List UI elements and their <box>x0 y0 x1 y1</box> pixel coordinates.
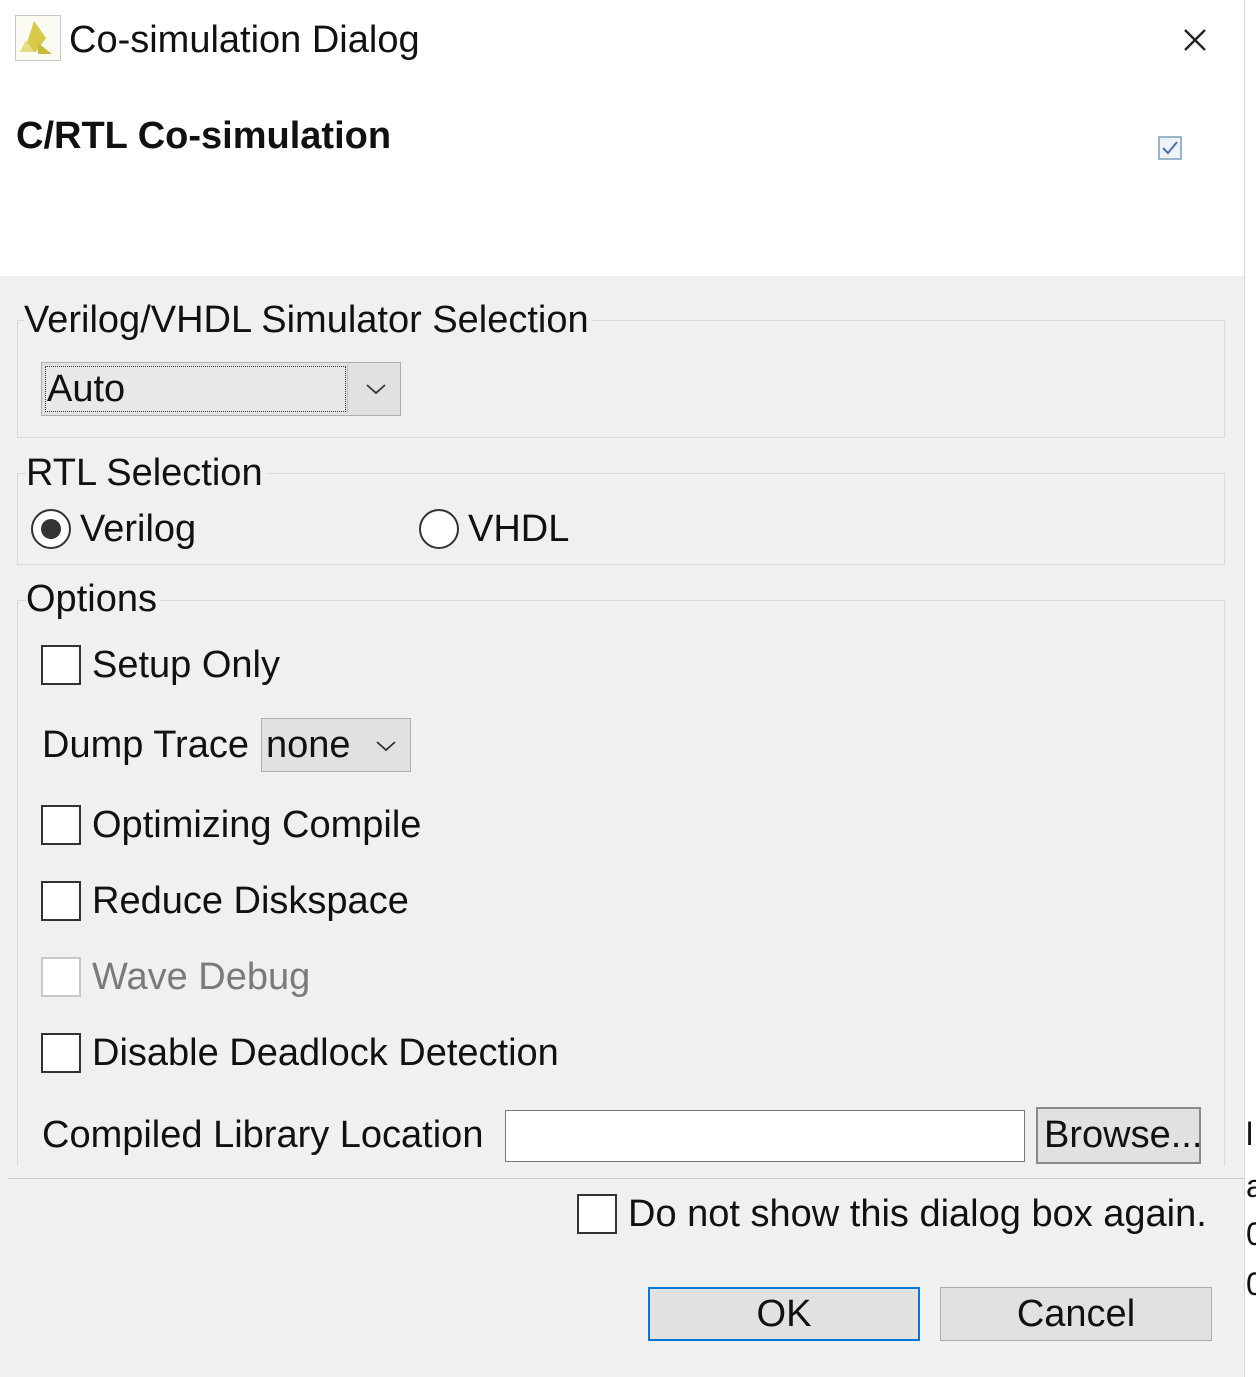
ok-button[interactable]: OK <box>648 1287 920 1341</box>
optimizing-compile-label: Optimizing Compile <box>92 804 422 846</box>
xilinx-logo-icon <box>15 15 61 61</box>
disable-deadlock-checkbox[interactable] <box>41 1033 81 1073</box>
reduce-diskspace-checkbox[interactable] <box>41 881 81 921</box>
wave-debug-label: Wave Debug <box>92 956 311 998</box>
footer-separator <box>8 1178 1244 1179</box>
dump-trace-select[interactable]: none <box>261 718 411 772</box>
chevron-down-icon <box>376 741 396 752</box>
dump-trace-label: Dump Trace <box>42 724 249 766</box>
checkmark-icon <box>1158 136 1182 160</box>
background-text-fragment: 0 <box>1246 1216 1256 1252</box>
dump-trace-select-value: none <box>266 724 351 766</box>
do-not-show-checkbox[interactable] <box>577 1194 617 1234</box>
compiled-library-label: Compiled Library Location <box>42 1114 484 1156</box>
cancel-button[interactable]: Cancel <box>940 1287 1212 1341</box>
setup-only-label: Setup Only <box>92 644 280 686</box>
optimizing-compile-checkbox[interactable] <box>41 805 81 845</box>
rtl-group-title: RTL Selection <box>26 450 267 496</box>
chevron-down-icon <box>366 384 386 395</box>
do-not-show-label: Do not show this dialog box again. <box>628 1193 1207 1235</box>
vhdl-radio-label: VHDL <box>468 508 570 550</box>
window-title: Co-simulation Dialog <box>69 19 420 61</box>
background-text-fragment: l <box>1246 1116 1254 1152</box>
background-text-fragment: 0 <box>1246 1266 1256 1302</box>
simulator-group-title: Verilog/VHDL Simulator Selection <box>24 297 593 343</box>
options-group-title: Options <box>26 576 161 622</box>
dialog-heading: C/RTL Co-simulation <box>16 115 392 157</box>
compiled-library-input[interactable] <box>505 1110 1025 1162</box>
disable-deadlock-label: Disable Deadlock Detection <box>92 1032 559 1074</box>
verilog-radio[interactable] <box>31 509 71 549</box>
reduce-diskspace-label: Reduce Diskspace <box>92 880 409 922</box>
verilog-radio-label: Verilog <box>80 508 197 550</box>
simulator-select-value: Auto <box>47 368 126 410</box>
close-icon[interactable] <box>1170 16 1218 64</box>
setup-only-checkbox[interactable] <box>41 645 81 685</box>
simulator-select[interactable]: Auto <box>41 362 401 416</box>
vhdl-radio[interactable] <box>419 509 459 549</box>
background-text-fragment: a <box>1246 1168 1256 1204</box>
browse-button[interactable]: Browse... <box>1036 1107 1201 1164</box>
select-divider <box>347 365 348 413</box>
wave-debug-checkbox <box>41 957 81 997</box>
